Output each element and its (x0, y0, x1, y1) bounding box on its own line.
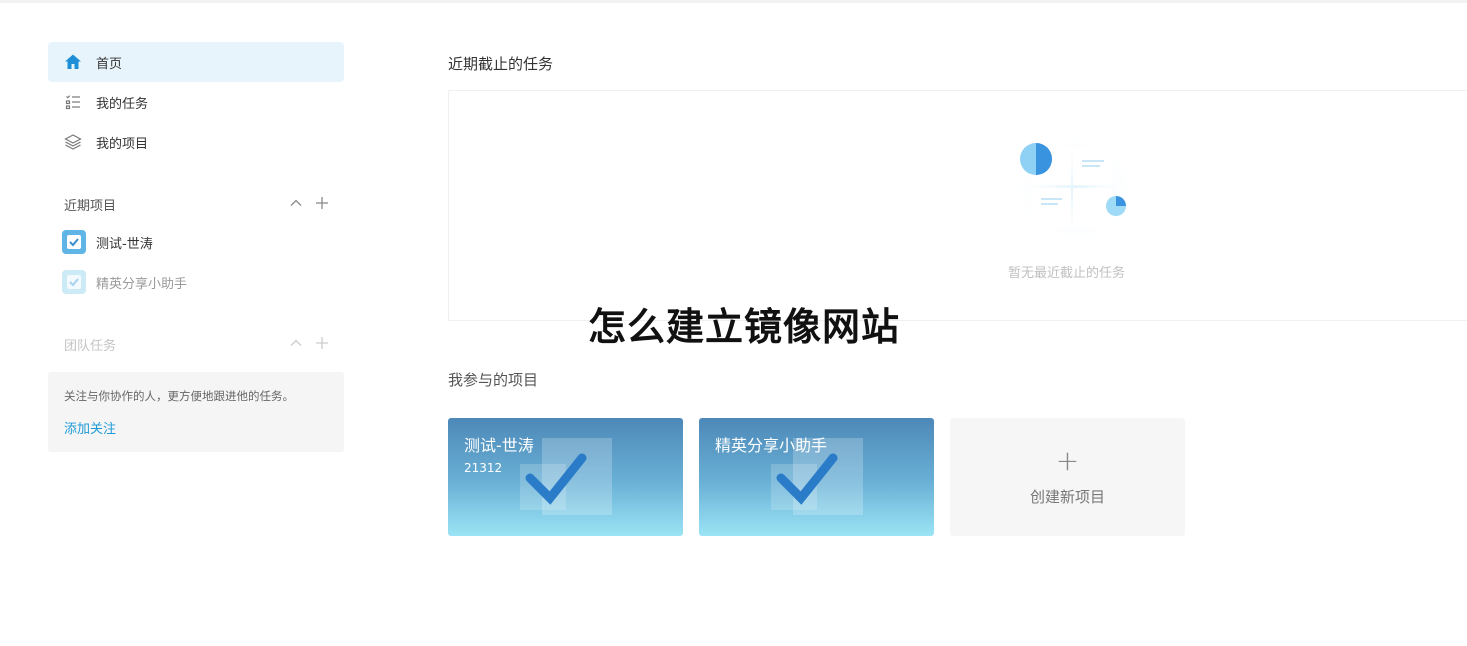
chevron-up-icon[interactable] (288, 335, 304, 351)
project-check-icon (62, 230, 86, 254)
project-card[interactable]: 测试-世涛 21312 (448, 418, 683, 536)
team-tasks-title: 团队任务 (64, 339, 117, 354)
recent-projects-controls (288, 195, 330, 211)
empty-state-illustration (1010, 130, 1140, 250)
task-list-icon (64, 93, 82, 111)
overlay-headline: 怎么建立镜像网站 (588, 305, 901, 349)
team-tasks-controls (288, 335, 330, 351)
team-tasks-hint: 关注与你协作的人，更方便地跟进他的任务。 (64, 389, 294, 403)
add-follow-link[interactable]: 添加关注 (64, 418, 328, 437)
recent-project-item[interactable]: 测试-世涛 (62, 230, 153, 254)
recent-projects-title: 近期项目 (64, 199, 117, 214)
nav-item-my-tasks[interactable]: 我的任务 (48, 82, 344, 122)
nav-item-my-projects[interactable]: 我的项目 (48, 122, 344, 162)
project-label: 精英分享小助手 (96, 276, 188, 292)
create-project-label: 创建新项目 (1029, 488, 1105, 506)
nav-label: 我的任务 (96, 96, 149, 112)
project-card-name: 精英分享小助手 (715, 436, 828, 455)
project-card[interactable]: 精英分享小助手 (699, 418, 934, 536)
project-card-name: 测试-世涛 (464, 436, 534, 455)
top-divider (0, 0, 1467, 3)
due-tasks-panel (448, 90, 1467, 321)
add-icon[interactable] (314, 335, 330, 351)
project-label: 测试-世涛 (96, 236, 153, 252)
nav-label: 我的项目 (96, 136, 149, 152)
layers-icon (64, 133, 82, 151)
project-check-icon (62, 270, 86, 294)
projects-title: 我参与的项目 (448, 371, 539, 389)
project-card-code: 21312 (464, 461, 503, 475)
nav-label: 首页 (96, 56, 123, 72)
plus-icon: + (1055, 444, 1080, 477)
empty-state-text: 暂无最近截止的任务 (1008, 266, 1126, 281)
recent-project-item[interactable]: 精英分享小助手 (62, 270, 187, 294)
nav-item-home[interactable]: 首页 (48, 42, 344, 82)
home-icon (64, 53, 82, 71)
due-tasks-title: 近期截止的任务 (448, 55, 554, 73)
team-tasks-panel: 关注与你协作的人，更方便地跟进他的任务。 添加关注 (48, 372, 344, 452)
add-icon[interactable] (314, 195, 330, 211)
chevron-up-icon[interactable] (288, 195, 304, 211)
create-project-card[interactable]: + 创建新项目 (950, 418, 1185, 536)
